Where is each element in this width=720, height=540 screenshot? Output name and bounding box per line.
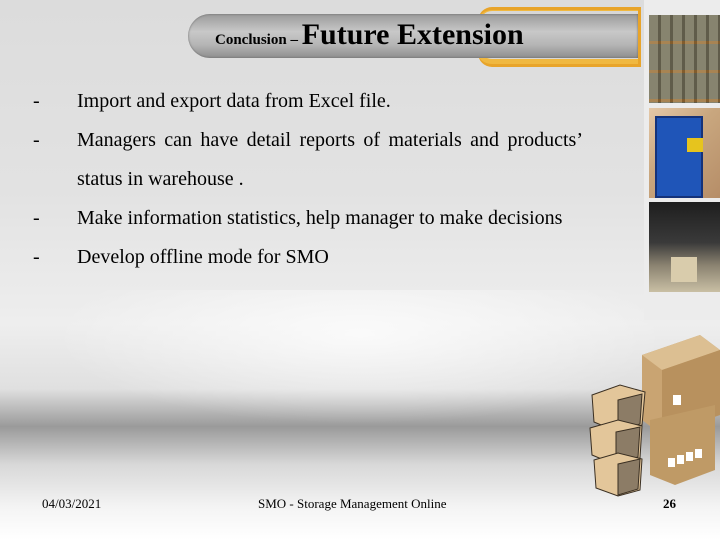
photo-strip [644,0,720,320]
bullet-text: Managers can have detail reports of mate… [77,129,583,190]
bullet-dash: - [33,207,40,229]
bullet-text: Make information statistics, help manage… [77,207,563,229]
bullet-item: - Develop offline mode for SMO [33,238,583,277]
box-stack-small [589,384,646,497]
bullet-dash: - [33,90,40,112]
warehouse-shelves-photo [649,15,720,103]
bullet-text: Develop offline mode for SMO [77,246,329,268]
blue-pallet-racks-photo [649,108,720,198]
warehouse-interior-photo [649,202,720,292]
bullet-item: - Import and export data from Excel file… [33,82,583,121]
bullet-text: Import and export data from Excel file. [77,90,391,112]
cardboard-boxes-illustration [589,335,720,497]
footer-date: 04/03/2021 [42,496,102,511]
slide-title: Conclusion – Future Extension [215,18,524,52]
footer-title: SMO - Storage Management Online [258,496,447,511]
bullet-dash: - [33,129,40,151]
bullet-item: - Managers can have detail reports of ma… [33,121,583,199]
bullet-item: - Make information statistics, help mana… [33,199,583,238]
bullet-dash: - [33,246,40,268]
bullet-list: - Import and export data from Excel file… [33,82,583,277]
slide-number: 26 [663,496,676,511]
title-prefix: Conclusion – [215,32,302,48]
title-bar: Conclusion – Future Extension [188,7,641,67]
title-main: Future Extension [301,18,524,51]
slide: Conclusion – Future Extension - Import a… [0,0,720,540]
